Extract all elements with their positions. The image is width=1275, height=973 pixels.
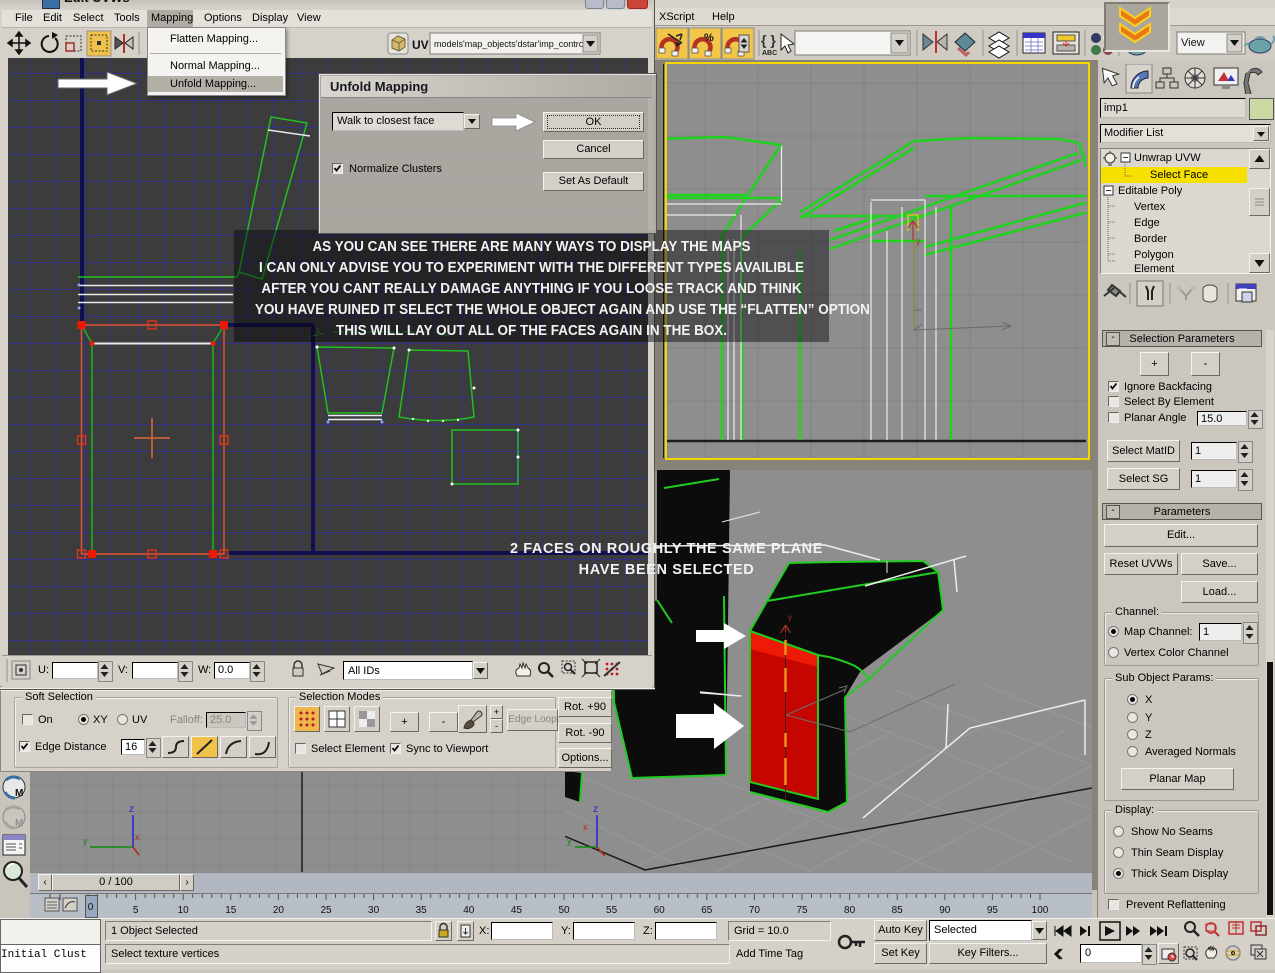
svg-text:z: z: [593, 804, 598, 815]
svg-text:25: 25: [320, 905, 332, 916]
svg-text:70: 70: [749, 905, 761, 916]
svg-text:15: 15: [225, 905, 237, 916]
svg-text:ABC: ABC: [762, 50, 777, 57]
svg-text:65: 65: [701, 905, 713, 916]
svg-text:60: 60: [654, 905, 666, 916]
svg-text:models'map_objects'dstar'imp_c: models'map_objects'dstar'imp_contro: [434, 39, 584, 49]
svg-text:View: View: [1181, 37, 1205, 49]
svg-text:10: 10: [178, 905, 190, 916]
svg-text:100: 100: [1032, 905, 1049, 916]
svg-text:%: %: [704, 32, 714, 44]
svg-text:x: x: [135, 832, 140, 842]
svg-text:45: 45: [511, 905, 523, 916]
svg-text:40: 40: [463, 905, 475, 916]
svg-text:80: 80: [844, 905, 856, 916]
svg-text:M: M: [15, 818, 23, 829]
svg-text:UV: UV: [412, 38, 429, 52]
svg-text:20: 20: [273, 905, 285, 916]
svg-text:{ }: { }: [761, 32, 776, 48]
svg-text:55: 55: [606, 905, 618, 916]
svg-text:35: 35: [416, 905, 428, 916]
svg-text:30: 30: [368, 905, 380, 916]
svg-text:5: 5: [133, 905, 139, 916]
svg-text:y: y: [83, 836, 88, 846]
svg-text:M: M: [15, 788, 23, 799]
svg-text:y: y: [788, 613, 792, 622]
svg-text:50: 50: [558, 905, 570, 916]
svg-text:90: 90: [939, 905, 951, 916]
svg-text:z: z: [129, 804, 134, 815]
svg-text:95: 95: [987, 905, 999, 916]
svg-text:x: x: [583, 822, 588, 832]
svg-text:85: 85: [892, 905, 904, 916]
svg-text:y: y: [567, 836, 572, 846]
svg-text:75: 75: [796, 905, 808, 916]
